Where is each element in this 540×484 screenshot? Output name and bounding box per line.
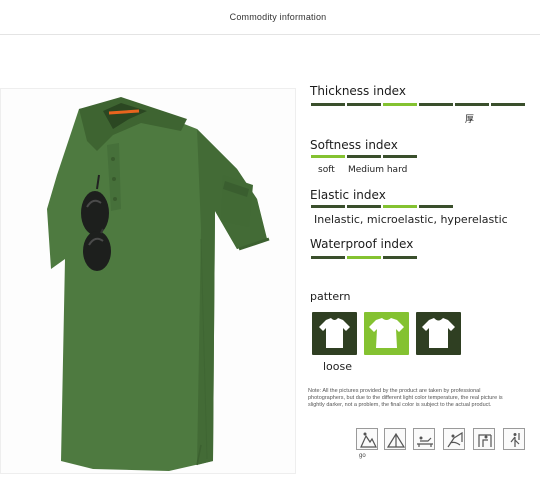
softness-level-1: [311, 155, 345, 158]
thickness-option-thick: 厚: [465, 115, 475, 125]
elastic-level-2: [347, 205, 381, 208]
pattern-swatch-regular: [416, 312, 461, 355]
tshirt-icon: [422, 318, 455, 348]
tshirt-icon: [369, 318, 404, 348]
elastic-level-1: [311, 205, 345, 208]
softness-index-title: Softness index: [310, 138, 398, 152]
elastic-level-4: [419, 205, 453, 208]
thickness-level-6: [491, 103, 525, 106]
golf-icon: [503, 428, 525, 450]
thickness-index-title: Thickness index: [310, 84, 406, 98]
pattern-swatch-slim: [312, 312, 357, 355]
photo-note: Note: All the pictures provided by the p…: [308, 388, 503, 408]
thickness-level-5: [455, 103, 489, 106]
waterproof-level-2: [347, 256, 381, 259]
product-photo: [0, 88, 296, 474]
tshirt-icon: [319, 318, 350, 348]
activity-caption: go: [359, 453, 366, 459]
pattern-swatch-loose: [364, 312, 409, 355]
fishing-icon: [443, 428, 465, 450]
lounging-icon: [413, 428, 435, 450]
header-divider: [0, 34, 540, 35]
softness-option-soft: soft: [318, 165, 335, 175]
elastic-index-title: Elastic index: [310, 188, 386, 202]
waterproof-index-title: Waterproof index: [310, 237, 414, 251]
waterproof-level-1: [311, 256, 345, 259]
thickness-level-3: [383, 103, 417, 106]
softness-option-medium-hard: Medium hard: [348, 165, 408, 175]
mountain-climbing-icon: [356, 428, 378, 450]
pattern-selected-label: loose: [323, 360, 353, 373]
softness-level-2: [347, 155, 381, 158]
pattern-title: pattern: [310, 290, 351, 303]
thickness-level-4: [419, 103, 453, 106]
thickness-level-1: [311, 103, 345, 106]
softness-level-3: [383, 155, 417, 158]
polo-shirt-image: [47, 97, 270, 471]
elastic-options: Inelastic, microelastic, hyperelastic: [314, 213, 508, 226]
waterproof-level-3: [383, 256, 417, 259]
elastic-level-3: [383, 205, 417, 208]
camping-icon: [384, 428, 406, 450]
section-title: Commodity information: [229, 12, 327, 22]
fitness-icon: [473, 428, 495, 450]
thickness-level-2: [347, 103, 381, 106]
